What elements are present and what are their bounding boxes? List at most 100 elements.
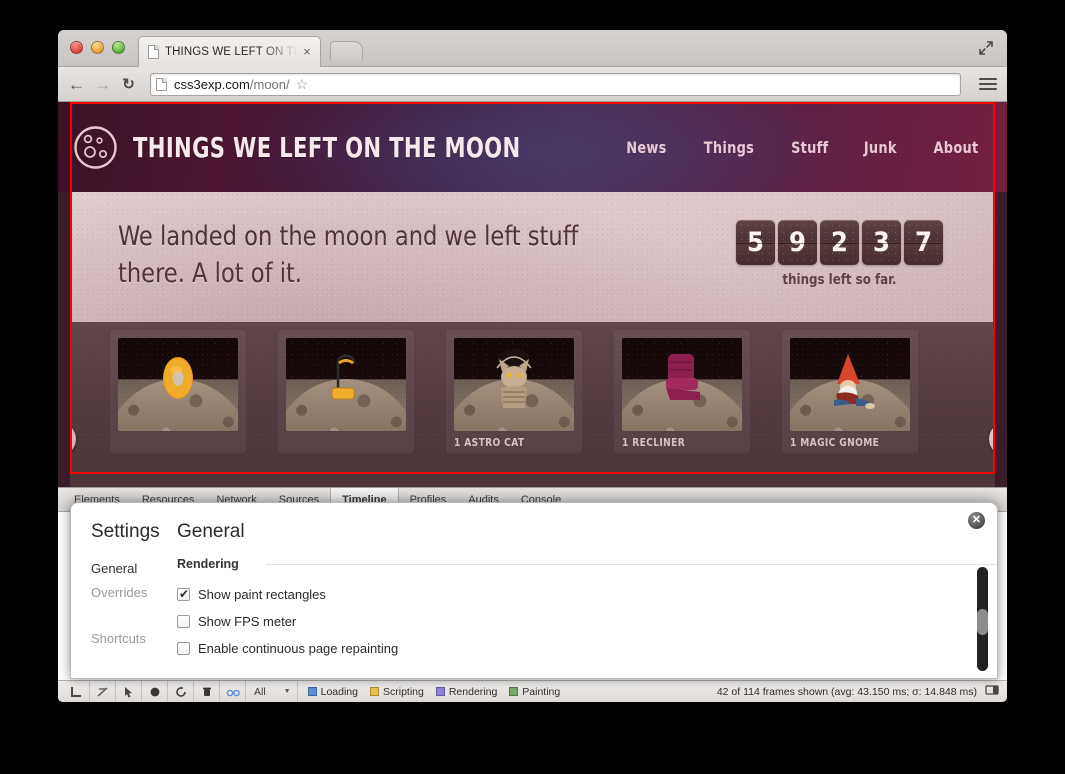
page-favicon-icon (148, 45, 159, 59)
forward-button[interactable]: → (94, 76, 111, 93)
menu-line (979, 88, 997, 90)
screenshot-root: THINGS WE LEFT ON THE M × ← → ↻ css3exp.… (0, 0, 1065, 774)
new-tab-button[interactable] (330, 41, 363, 60)
bagel-icon (154, 354, 202, 407)
option-show-fps-meter[interactable]: Show FPS meter (177, 608, 997, 635)
settings-page-title: General (177, 521, 245, 542)
option-enable-continuous-page-repainting[interactable]: Enable continuous page repainting (177, 635, 997, 662)
dock-to-side-icon[interactable] (985, 684, 1001, 699)
url-text: css3exp.com/moon/ (174, 77, 290, 92)
checkbox[interactable] (177, 587, 190, 601)
counter-digit: 5 (736, 220, 775, 265)
url-path: /moon/ (249, 76, 290, 92)
item-photo (454, 338, 574, 431)
nav-item-stuff[interactable]: Stuff (791, 138, 828, 157)
carousel-item[interactable]: 1 ASTRO CAT (446, 330, 582, 453)
close-tab-icon[interactable]: × (300, 45, 314, 59)
cat-icon (485, 348, 543, 415)
settings-nav-general[interactable]: General (91, 557, 177, 581)
settings-nav-shortcuts[interactable]: Shortcuts (91, 627, 177, 651)
clear-icon[interactable] (90, 681, 116, 702)
mower-icon (324, 344, 368, 407)
window-controls (70, 41, 125, 54)
site-header: THINGS WE LEFT ON THE MOON News Things S… (58, 102, 1007, 192)
glasses-icon[interactable] (220, 681, 246, 702)
carousel-item[interactable]: 1 RECLINER (614, 330, 750, 453)
expand-icon[interactable] (977, 39, 995, 57)
moon-surface (454, 379, 574, 431)
close-window-button[interactable] (70, 41, 83, 54)
checkbox[interactable] (177, 642, 190, 655)
browser-tab[interactable]: THINGS WE LEFT ON THE M × (138, 36, 321, 67)
legend-scripting: Scripting (369, 685, 424, 698)
starfield (286, 338, 406, 383)
tab-strip: THINGS WE LEFT ON THE M × (58, 30, 1007, 67)
timeline-filter-select[interactable]: All ▼ (246, 681, 298, 702)
legend-label: Loading (320, 685, 358, 698)
item-label: 1 ASTRO CAT (454, 436, 525, 449)
filter-value: All (254, 685, 266, 698)
page-info-icon[interactable] (156, 77, 167, 91)
starfield (790, 338, 910, 383)
reload-button[interactable]: ↻ (120, 76, 137, 93)
maximize-window-button[interactable] (112, 41, 125, 54)
carousel-item[interactable]: 1 LAWN MOWER (278, 330, 414, 453)
settings-scrollbar[interactable] (977, 567, 988, 671)
carousel-item[interactable]: 1 MAGIC GNOME (782, 330, 918, 453)
option-label: Show paint rectangles (198, 587, 326, 602)
nav-item-about[interactable]: About (934, 138, 979, 157)
menu-line (979, 78, 997, 80)
moon-surface (622, 379, 742, 431)
starfield (454, 338, 574, 383)
browser-toolbar: ← → ↻ css3exp.com/moon/ ☆ (58, 67, 1007, 102)
option-label: Show FPS meter (198, 614, 297, 629)
settings-body: General Overrides Shortcuts Rendering Sh… (71, 543, 997, 662)
option-show-paint-rectangles[interactable]: Show paint rectangles (177, 581, 997, 608)
carousel-next-button[interactable] (989, 422, 995, 456)
nav-item-junk[interactable]: Junk (864, 138, 897, 157)
nav-item-things[interactable]: Things (704, 138, 754, 157)
option-label: Enable continuous page repainting (198, 641, 399, 656)
scrollbar-thumb[interactable] (977, 609, 988, 635)
settings-brand: Settings (91, 521, 160, 542)
trash-icon[interactable] (194, 681, 220, 702)
legend-label: Rendering (448, 685, 498, 698)
cursor-icon[interactable] (116, 681, 142, 702)
site-title: THINGS WE LEFT ON THE MOON (133, 131, 521, 164)
site-nav: News Things Stuff Junk About (624, 138, 981, 157)
back-button[interactable]: ← (68, 76, 85, 93)
address-bar[interactable]: css3exp.com/moon/ ☆ (150, 72, 961, 96)
refresh-icon[interactable] (168, 681, 194, 702)
minimize-window-button[interactable] (91, 41, 104, 54)
legend-swatch (509, 687, 519, 696)
carousel-prev-button[interactable] (70, 422, 76, 456)
moon-surface (790, 379, 910, 431)
legend-swatch (435, 687, 445, 696)
item-photo (622, 338, 742, 431)
frames-status-text: 42 of 114 frames shown (avg: 43.150 ms; … (716, 685, 977, 698)
divider (266, 564, 997, 565)
record-icon[interactable] (142, 681, 168, 702)
legend-swatch (369, 687, 379, 696)
carousel-item[interactable]: 1 SPACE BAGEL (110, 330, 246, 453)
settings-nav: General Overrides Shortcuts (71, 557, 177, 662)
settings-dialog: ✕ Settings General General Overrides Sho… (70, 502, 998, 679)
site-brand[interactable]: THINGS WE LEFT ON THE MOON (72, 124, 594, 171)
checkbox[interactable] (177, 615, 190, 628)
bookmark-star-icon[interactable]: ☆ (296, 76, 309, 93)
nav-item-news[interactable]: News (626, 138, 666, 157)
settings-nav-overrides[interactable]: Overrides (91, 581, 177, 605)
chrome-menu-button[interactable] (979, 78, 997, 90)
counter-digit: 3 (862, 220, 901, 265)
url-domain: css3exp.com (174, 76, 250, 92)
legend-loading: Loading (307, 685, 358, 698)
legend-label: Scripting (382, 685, 424, 698)
dock-icon[interactable] (64, 681, 90, 702)
counter-widget: 5 9 2 3 7 things left so far. (736, 220, 943, 288)
starfield (118, 338, 238, 383)
counter-digit: 7 (904, 220, 943, 265)
starfield (622, 338, 742, 383)
carousel: 1 SPACE BAGEL (70, 322, 995, 492)
moon-surface (118, 379, 238, 431)
close-icon[interactable]: ✕ (968, 512, 985, 529)
